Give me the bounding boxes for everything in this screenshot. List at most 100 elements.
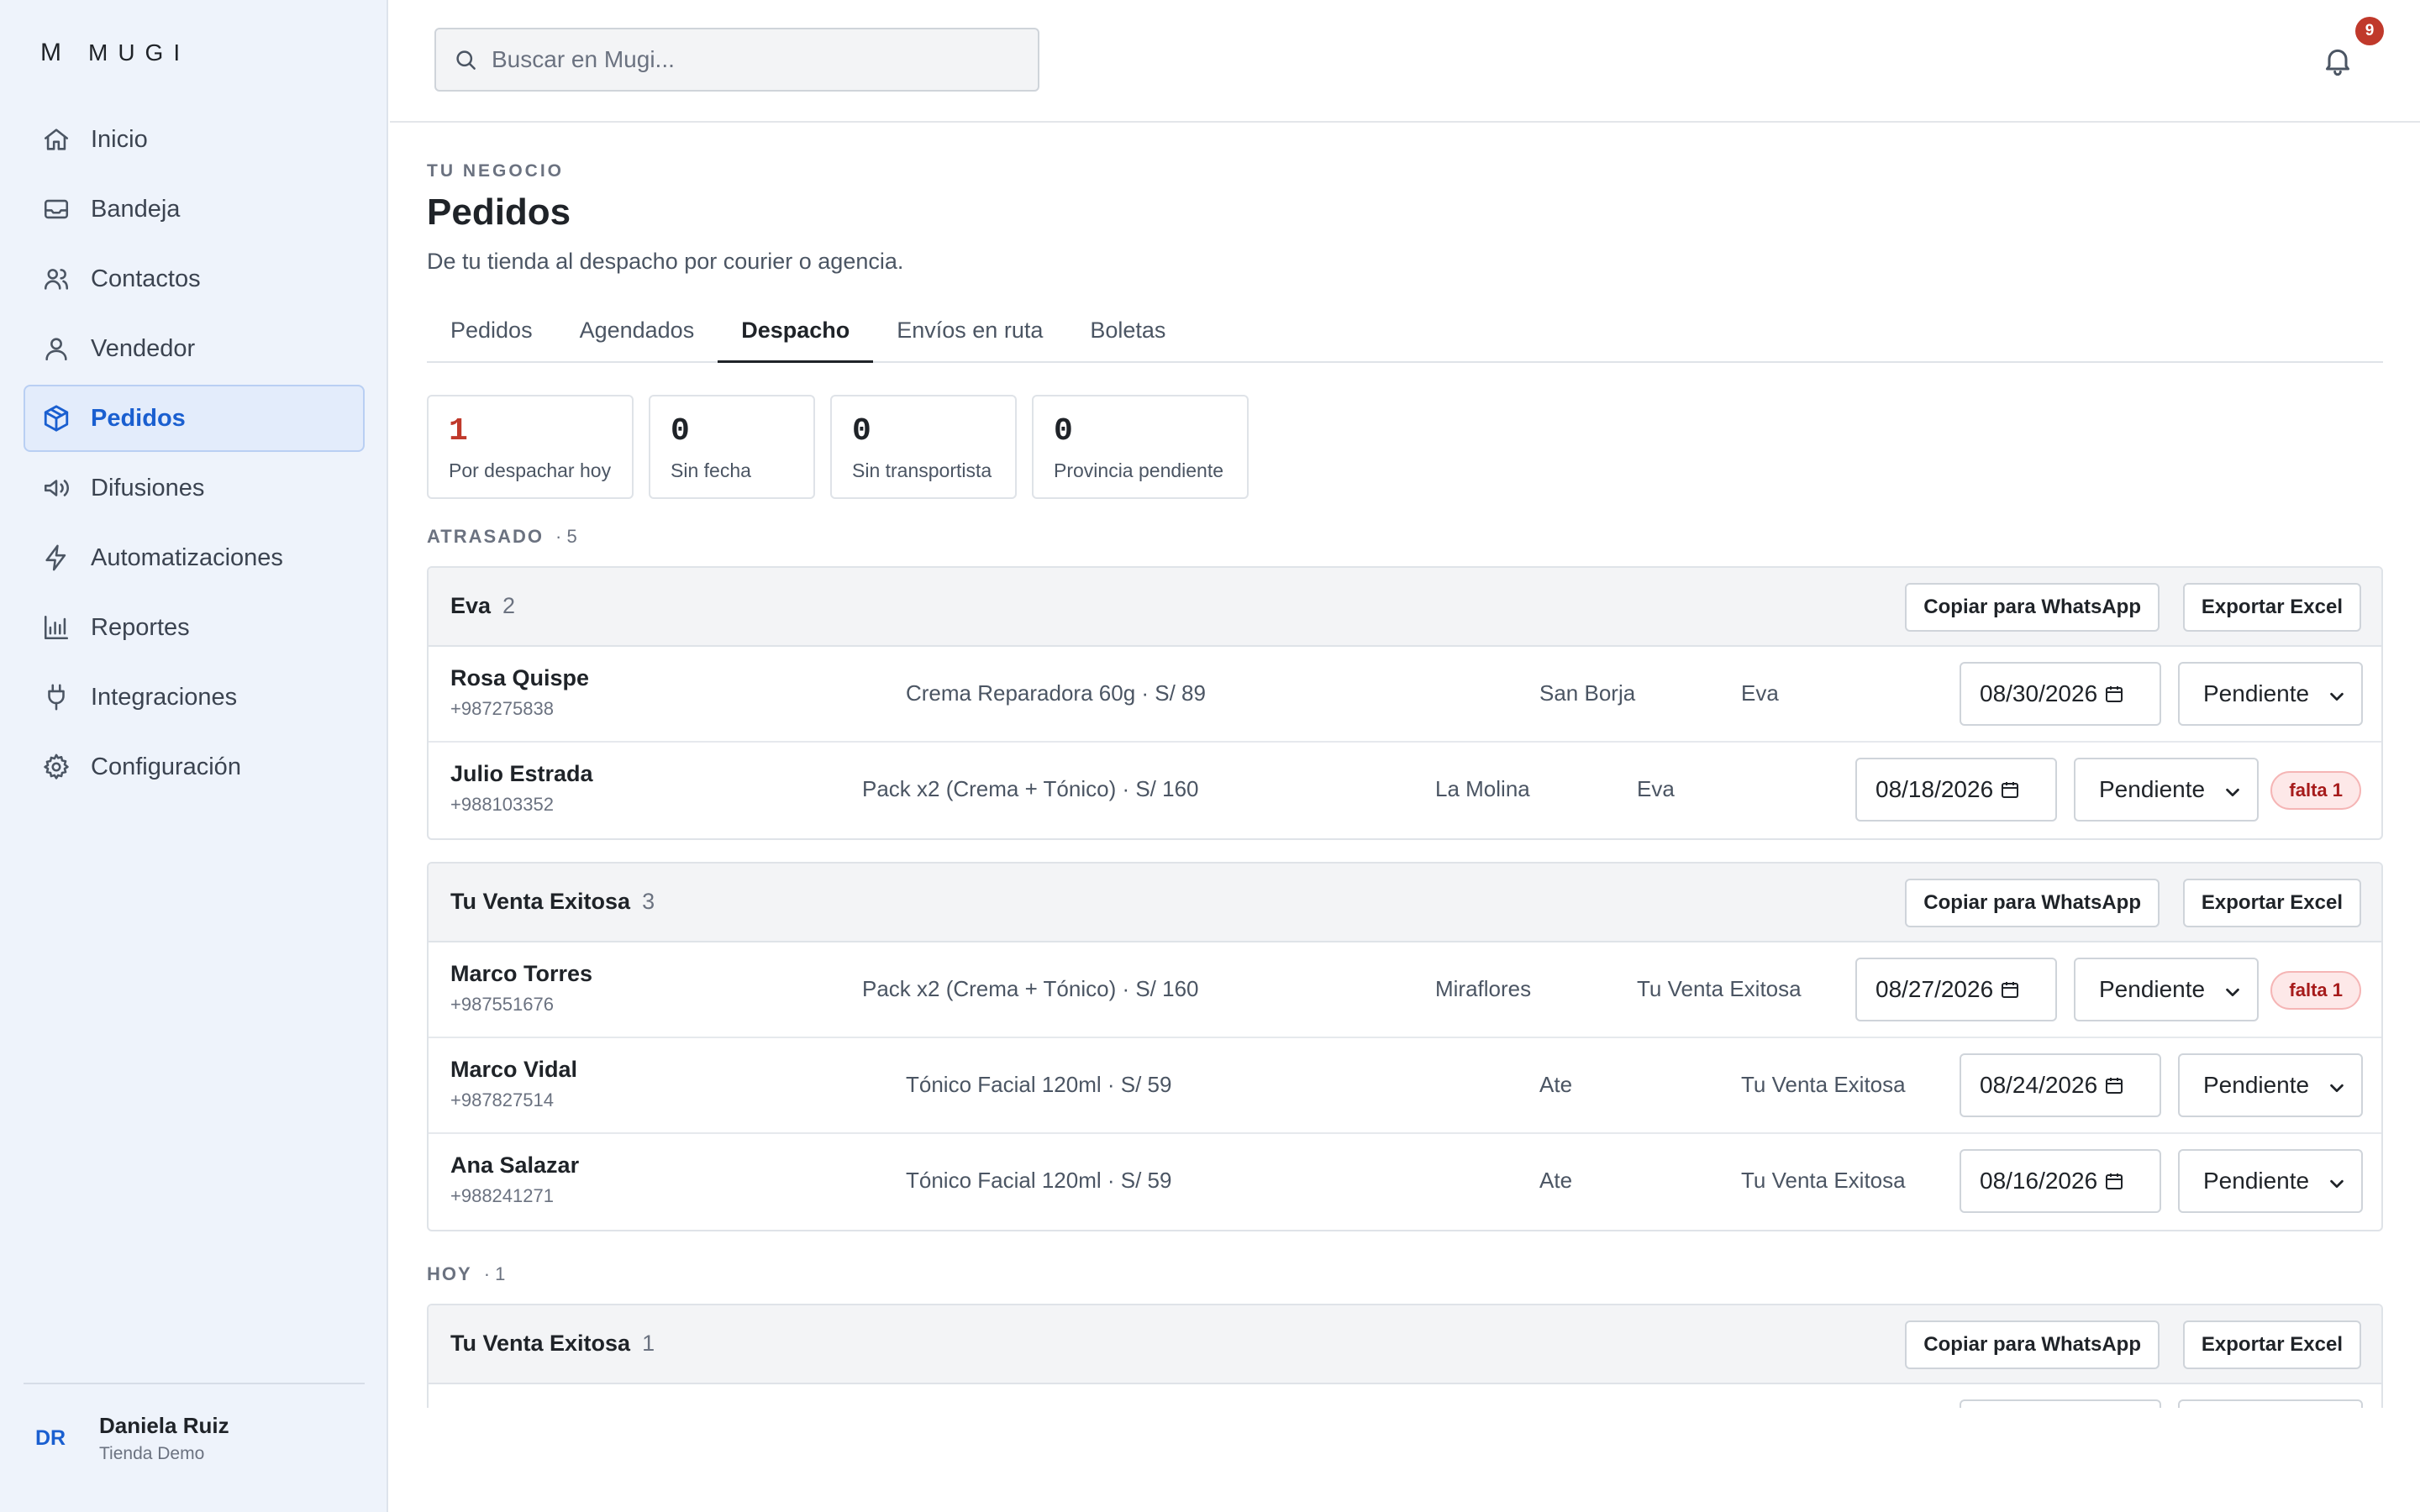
page-subtitle: De tu tienda al despacho por courier o a… bbox=[427, 249, 904, 274]
sidebar-item-pedidos[interactable]: Pedidos bbox=[24, 385, 365, 452]
stats-row: 1 Por despachar hoy 0 Sin fecha 0 Sin tr… bbox=[427, 395, 1264, 499]
top-header: 9 bbox=[390, 0, 2420, 123]
group-name: Tu Venta Exitosa bbox=[450, 889, 631, 914]
sidebar-item-label: Integraciones bbox=[91, 683, 238, 711]
status-select[interactable] bbox=[2178, 1399, 2363, 1408]
sidebar-item-label: Difusiones bbox=[91, 474, 205, 501]
group-title: Tu Venta Exitosa 1 bbox=[450, 1331, 655, 1357]
sidebar-item-label: Automatizaciones bbox=[91, 543, 283, 571]
stat-card-sin-fecha[interactable]: 0 Sin fecha bbox=[649, 395, 815, 499]
carrier-group-eva: Eva 2 Copiar para WhatsApp Exportar Excel… bbox=[427, 566, 2383, 840]
sidebar-item-automatizaciones[interactable]: Automatizaciones bbox=[24, 524, 365, 591]
group-header: Tu Venta Exitosa 1 Copiar para WhatsApp E… bbox=[429, 1305, 2381, 1384]
missing-item-badge: falta 1 bbox=[2270, 971, 2361, 1010]
sidebar-item-label: Contactos bbox=[91, 265, 201, 292]
status-select[interactable]: Pendiente bbox=[2178, 1149, 2363, 1213]
stat-label: Por despachar hoy bbox=[449, 459, 612, 481]
table-row[interactable] bbox=[429, 1384, 2381, 1408]
stat-value: 0 bbox=[1054, 413, 1073, 449]
sidebar-item-configuracion[interactable]: Configuración bbox=[24, 733, 365, 801]
tab-boletas[interactable]: Boletas bbox=[1066, 309, 1189, 363]
sidebar-item-contactos[interactable]: Contactos bbox=[24, 245, 365, 312]
carrier-name: Tu Venta Exitosa bbox=[1637, 976, 1802, 1001]
export-excel-button[interactable]: Exportar Excel bbox=[2182, 1320, 2361, 1369]
sidebar-item-integraciones[interactable]: Integraciones bbox=[24, 664, 365, 731]
sidebar-item-bandeja[interactable]: Bandeja bbox=[24, 176, 365, 243]
sidebar-item-label: Pedidos bbox=[91, 404, 186, 432]
calendar-icon bbox=[2002, 782, 2019, 798]
group-title: Eva 2 bbox=[450, 593, 515, 619]
brand-logo[interactable]: M MUGI bbox=[40, 39, 190, 67]
customer-phone: +988241271 bbox=[450, 1185, 554, 1206]
group-count: 3 bbox=[642, 889, 655, 914]
dispatch-date-input[interactable]: 08/24/2026 bbox=[1960, 1053, 2161, 1117]
table-row[interactable]: Ana Salazar +988241271 Tónico Facial 120m… bbox=[429, 1134, 2381, 1230]
tab-envios-en-ruta[interactable]: Envíos en ruta bbox=[873, 309, 1066, 363]
user-profile[interactable]: DR Daniela Ruiz Tienda Demo bbox=[24, 1411, 229, 1465]
sidebar-item-label: Bandeja bbox=[91, 195, 181, 223]
product-summary: Tónico Facial 120ml · S/ 59 bbox=[906, 1168, 1172, 1193]
status-select[interactable]: Pendiente bbox=[2178, 1053, 2363, 1117]
product-summary: Crema Reparadora 60g · S/ 89 bbox=[906, 680, 1206, 706]
tab-agendados[interactable]: Agendados bbox=[556, 309, 718, 363]
stat-label: Sin transportista bbox=[852, 459, 992, 481]
copy-whatsapp-button[interactable]: Copiar para WhatsApp bbox=[1905, 583, 2160, 632]
group-title: Tu Venta Exitosa 3 bbox=[450, 889, 655, 915]
sidebar-item-inicio[interactable]: Inicio bbox=[24, 106, 365, 173]
date-value: 08/27/2026 bbox=[1876, 976, 1994, 1002]
sidebar-item-label: Inicio bbox=[91, 125, 148, 153]
customer-phone: +987827514 bbox=[450, 1089, 554, 1110]
sidebar-divider bbox=[24, 1383, 365, 1384]
calendar-icon bbox=[2106, 1078, 2123, 1094]
notifications-button[interactable] bbox=[2321, 37, 2361, 84]
user-store: Tienda Demo bbox=[99, 1443, 205, 1463]
section-count: · 1 bbox=[483, 1263, 506, 1284]
status-select[interactable]: Pendiente bbox=[2074, 758, 2259, 822]
stat-value: 1 bbox=[449, 413, 468, 449]
export-excel-button[interactable]: Exportar Excel bbox=[2182, 583, 2361, 632]
copy-whatsapp-button[interactable]: Copiar para WhatsApp bbox=[1905, 1320, 2160, 1369]
carrier-name: Eva bbox=[1637, 776, 1675, 801]
date-value: 08/16/2026 bbox=[1980, 1168, 2098, 1194]
tab-despacho[interactable]: Despacho bbox=[718, 309, 874, 363]
stat-card-por-despachar-hoy[interactable]: 1 Por despachar hoy bbox=[427, 395, 634, 499]
chevron-down-icon bbox=[2330, 1084, 2344, 1093]
avatar: DR bbox=[34, 1425, 66, 1450]
stat-card-sin-transportista[interactable]: 0 Sin transportista bbox=[830, 395, 1017, 499]
tab-pedidos[interactable]: Pedidos bbox=[427, 309, 556, 363]
copy-whatsapp-button[interactable]: Copiar para WhatsApp bbox=[1905, 879, 2160, 927]
sidebar-item-reportes[interactable]: Reportes bbox=[24, 594, 365, 661]
export-excel-button[interactable]: Exportar Excel bbox=[2182, 879, 2361, 927]
table-row[interactable]: Marco Vidal +987827514 Tónico Facial 120m… bbox=[429, 1038, 2381, 1134]
search-input[interactable] bbox=[492, 46, 1029, 73]
status-select[interactable]: Pendiente bbox=[2074, 958, 2259, 1021]
dispatch-date-input[interactable]: 08/16/2026 bbox=[1960, 1149, 2161, 1213]
chevron-down-icon bbox=[2330, 692, 2344, 701]
dispatch-date-input[interactable]: 08/27/2026 bbox=[1855, 958, 2057, 1021]
stat-card-provincia-pendiente[interactable]: 0 Provincia pendiente bbox=[1032, 395, 1249, 499]
status-select[interactable]: Pendiente bbox=[2178, 662, 2363, 726]
district: Ate bbox=[1539, 1168, 1573, 1193]
dispatch-date-input[interactable] bbox=[1960, 1399, 2161, 1408]
calendar-icon bbox=[2106, 1173, 2123, 1189]
customer-phone: +987551676 bbox=[450, 994, 554, 1015]
product-summary: Pack x2 (Crema + Tónico) · S/ 160 bbox=[862, 776, 1199, 801]
sidebar-item-vendedor[interactable]: Vendedor bbox=[24, 315, 365, 382]
search-bar[interactable] bbox=[434, 28, 1039, 92]
package-icon bbox=[44, 405, 69, 432]
dispatch-date-input[interactable]: 08/30/2026 bbox=[1960, 662, 2161, 726]
home-icon bbox=[44, 129, 69, 150]
page-eyebrow: TU NEGOCIO bbox=[427, 161, 565, 181]
table-row[interactable]: Julio Estrada +988103352 Pack x2 (Crema +… bbox=[429, 743, 2381, 838]
group-header: Eva 2 Copiar para WhatsApp Exportar Excel bbox=[429, 568, 2381, 647]
table-row[interactable]: Marco Torres +987551676 Pack x2 (Crema + … bbox=[429, 942, 2381, 1038]
bell-icon bbox=[2326, 49, 2349, 76]
table-row[interactable]: Rosa Quispe +987275838 Crema Reparadora 6… bbox=[429, 647, 2381, 743]
date-value: 08/30/2026 bbox=[1980, 680, 2098, 706]
dispatch-date-input[interactable]: 08/18/2026 bbox=[1855, 758, 2057, 822]
stat-label: Sin fecha bbox=[671, 459, 751, 481]
sidebar-item-difusiones[interactable]: Difusiones bbox=[24, 454, 365, 522]
section-label-atrasado: ATRASADO · 5 bbox=[427, 526, 577, 548]
customer-phone: +988103352 bbox=[450, 794, 554, 815]
customer-name: Ana Salazar bbox=[450, 1152, 580, 1178]
